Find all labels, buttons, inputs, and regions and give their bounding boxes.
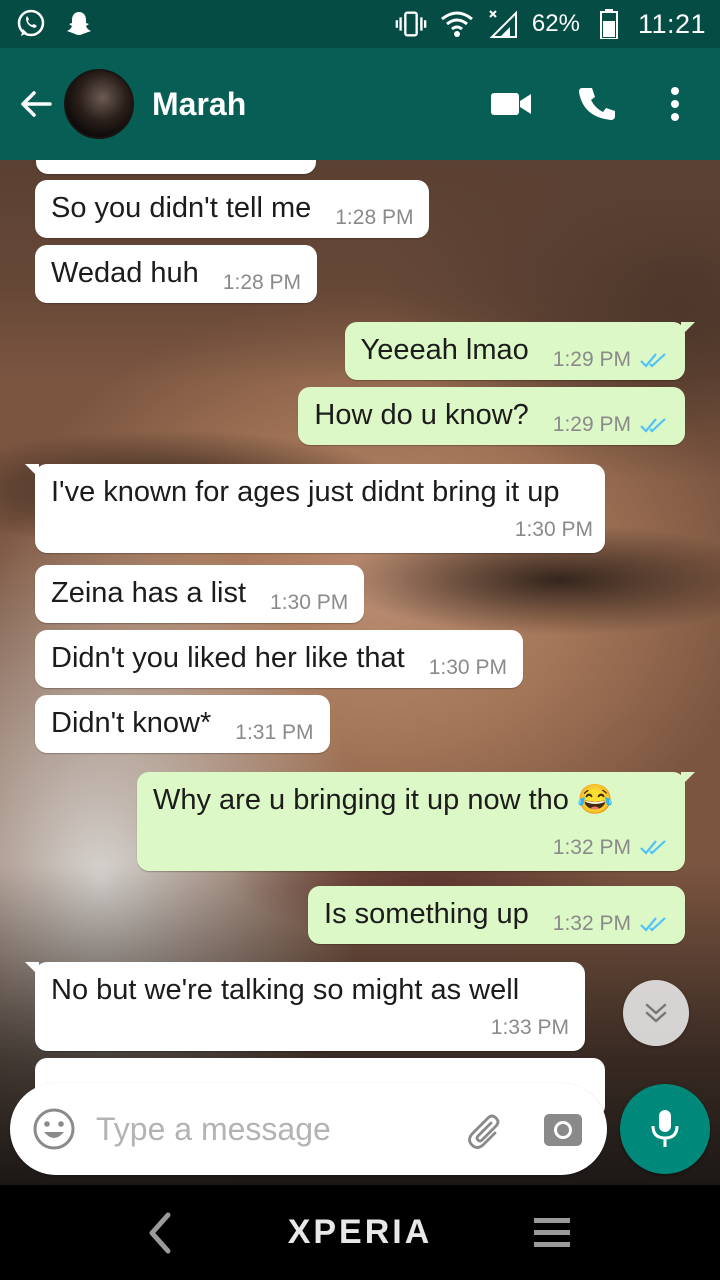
message-bubble[interactable]: I've known for ages just didnt bring it … xyxy=(25,464,605,553)
message-time: 1:30 PM xyxy=(428,656,507,680)
read-receipt-icon xyxy=(640,418,666,433)
paperclip-icon[interactable] xyxy=(463,1105,511,1153)
scroll-to-bottom-button[interactable] xyxy=(623,980,689,1046)
vibrate-icon xyxy=(394,7,428,41)
contact-name[interactable]: Marah xyxy=(152,86,246,123)
message-bubble[interactable]: Didn't you liked her like that 1:30 PM xyxy=(35,630,523,688)
status-bar: 62% 11:21 xyxy=(0,0,720,48)
message-bubble[interactable]: How do u know? 1:29 PM xyxy=(298,387,685,445)
video-camera-icon xyxy=(491,93,531,115)
message-time: 1:31 PM xyxy=(235,721,314,745)
message-text: How do u know? xyxy=(314,399,529,431)
message-time: 1:30 PM xyxy=(514,517,593,541)
message-bubble[interactable]: Zeina has a list 1:30 PM xyxy=(35,565,365,623)
message-bubble[interactable]: Why are u bringing it up now tho 😂 1:32 … xyxy=(137,772,695,871)
more-vert-icon xyxy=(671,87,679,121)
voice-message-button[interactable] xyxy=(620,1084,710,1174)
back-button[interactable] xyxy=(10,78,62,130)
more-options-button[interactable] xyxy=(640,69,710,139)
message-time: 1:30 PM xyxy=(270,591,349,615)
message-composer xyxy=(10,1083,607,1175)
message-input[interactable] xyxy=(96,1110,426,1148)
message-text: I've known for ages just didnt bring it … xyxy=(51,476,560,508)
arrow-left-icon xyxy=(21,91,52,117)
emoji-icon[interactable] xyxy=(30,1105,78,1153)
message-bubble[interactable]: So you didn't tell me 1:28 PM xyxy=(35,180,430,238)
message-text: Wedad huh xyxy=(51,257,199,289)
message-bubble[interactable]: Is something up 1:32 PM xyxy=(308,886,685,944)
message-time: 1:29 PM xyxy=(552,413,631,437)
device-brand: XPERIA xyxy=(287,1213,433,1251)
battery-icon xyxy=(592,7,626,41)
message-text: No but we're talking so might as well xyxy=(51,974,520,1006)
chat-header: Marah xyxy=(0,48,720,160)
message-text: Didn't you liked her like that xyxy=(51,642,405,674)
message-time: 1:32 PM xyxy=(552,912,631,936)
system-nav-bar: XPERIA xyxy=(0,1185,720,1280)
bubble-tail xyxy=(681,772,695,786)
phone-icon xyxy=(579,88,615,120)
read-receipt-icon xyxy=(640,353,666,368)
nav-menu-icon[interactable] xyxy=(532,1215,572,1251)
message-text: Yeeeah lmao xyxy=(360,334,529,366)
message-bubble[interactable]: Yeeeah lmao 1:29 PM xyxy=(344,322,695,380)
bubble-tail xyxy=(25,962,39,976)
camera-icon[interactable] xyxy=(539,1105,587,1153)
message-time: 1:32 PM xyxy=(552,835,631,859)
chat-area[interactable]: So you didn't tell me 1:28 PM Wedad huh 1:… xyxy=(0,160,720,1185)
message-bubble-clipped xyxy=(36,160,316,174)
bubble-tail xyxy=(681,322,695,336)
voice-call-button[interactable] xyxy=(562,69,632,139)
avatar[interactable] xyxy=(64,69,134,139)
whatsapp-icon xyxy=(14,7,48,41)
message-time: 1:33 PM xyxy=(490,1015,569,1039)
message-bubble[interactable]: Didn't know* 1:31 PM xyxy=(35,695,330,753)
read-receipt-icon xyxy=(640,840,666,855)
video-call-button[interactable] xyxy=(476,69,546,139)
battery-percent: 62% xyxy=(531,10,580,37)
wifi-icon xyxy=(440,7,474,41)
message-text: Is something up xyxy=(324,898,529,930)
microphone-icon xyxy=(651,1110,679,1147)
message-text: Didn't know* xyxy=(51,707,212,739)
message-text: Zeina has a list xyxy=(51,577,247,609)
snapchat-icon xyxy=(62,7,96,41)
message-time: 1:28 PM xyxy=(222,271,302,295)
signal-icon xyxy=(486,7,520,41)
double-chevron-down-icon xyxy=(645,1003,667,1023)
status-clock: 11:21 xyxy=(637,8,706,39)
nav-back-icon[interactable] xyxy=(140,1211,180,1255)
message-time: 1:29 PM xyxy=(552,348,631,372)
message-time: 1:28 PM xyxy=(335,206,414,230)
message-bubble[interactable]: Wedad huh 1:28 PM xyxy=(35,245,318,303)
laughing-emoji: 😂 xyxy=(576,784,614,816)
bubble-tail xyxy=(25,464,39,478)
read-receipt-icon xyxy=(640,917,666,932)
message-text: Why are u bringing it up now tho xyxy=(153,784,569,816)
message-text: So you didn't tell me xyxy=(51,192,312,224)
message-bubble[interactable]: No but we're talking so might as well 1:… xyxy=(25,962,585,1051)
